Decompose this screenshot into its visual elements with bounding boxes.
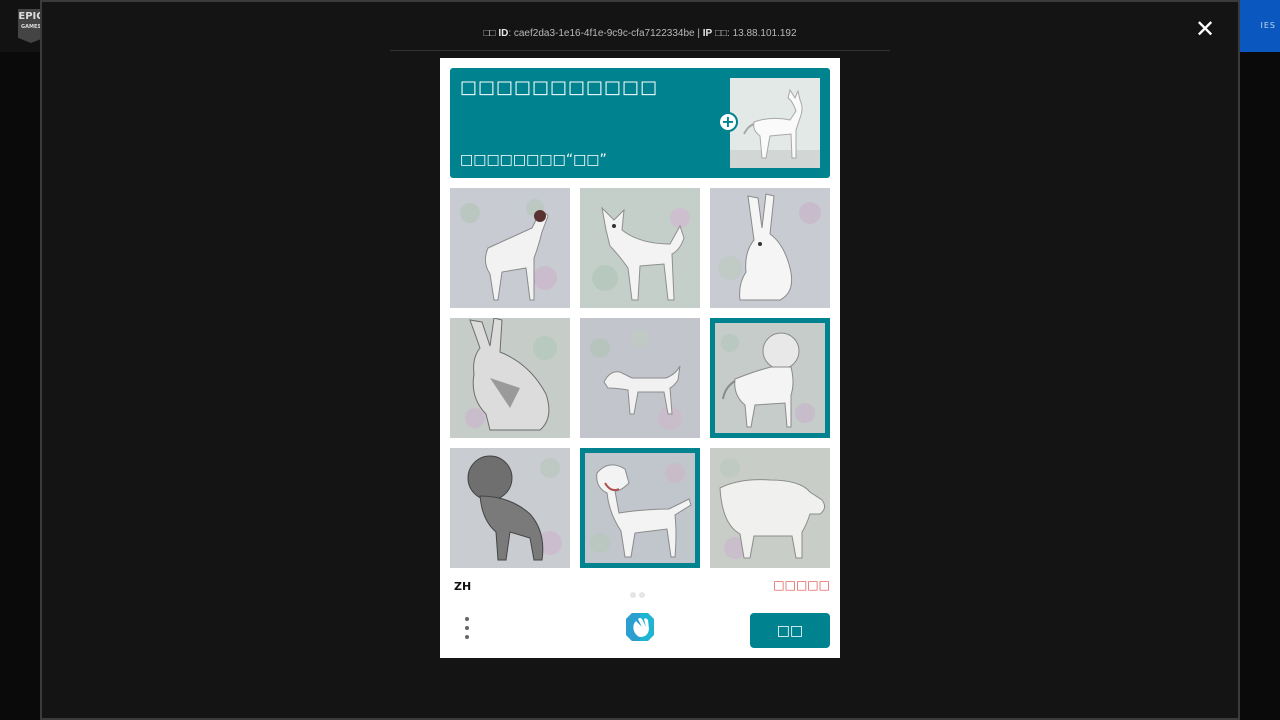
- captcha-panel: □□□□□□□□□□□ □□□□□□□□“□□” + ZH □□□□□ □□: [440, 58, 840, 658]
- tile-lion-2[interactable]: [450, 448, 570, 568]
- dog-image: [580, 188, 700, 308]
- rabbit-image: [710, 188, 830, 308]
- tile-rabbit-2[interactable]: [450, 318, 570, 438]
- page-indicator: [630, 583, 648, 602]
- page-dot: [639, 592, 645, 598]
- lion-image: [450, 448, 570, 568]
- request-id-label: ID: [498, 28, 509, 39]
- skip-link[interactable]: □□□□□: [773, 578, 830, 592]
- challenge-header: □□□□□□□□□□□ □□□□□□□□“□□” +: [450, 68, 830, 178]
- language-selector[interactable]: ZH: [454, 580, 471, 593]
- more-options-icon[interactable]: [464, 617, 470, 643]
- header-cta-button[interactable]: IES: [1238, 0, 1280, 52]
- lion-image: [715, 323, 825, 433]
- dog-image: [580, 318, 700, 438]
- challenge-subtitle: □□□□□□□□“□□”: [460, 152, 607, 168]
- request-id-prefix: □□: [483, 28, 499, 39]
- cow-image: [710, 448, 830, 568]
- tile-dog-3[interactable]: [580, 448, 700, 568]
- challenge-title: □□□□□□□□□□□: [460, 77, 659, 98]
- ip-value: □□: 13.88.101.192: [712, 28, 797, 39]
- request-info-bar: □□ ID: caef2da3-1e16-4f1e-9c9c-cfa712233…: [390, 28, 890, 51]
- ip-label: IP: [702, 28, 713, 39]
- tile-dog-1[interactable]: [580, 188, 700, 308]
- request-id-value: : caef2da3-1e16-4f1e-9c9c-cfa7122334be |: [508, 28, 703, 39]
- rabbit-image: [450, 318, 570, 438]
- goat-image: [450, 188, 570, 308]
- verify-button[interactable]: □□: [750, 613, 830, 648]
- tile-lion-1[interactable]: [710, 318, 830, 438]
- tile-rabbit-1[interactable]: [710, 188, 830, 308]
- tile-dog-2[interactable]: [580, 318, 700, 438]
- tile-cow[interactable]: [710, 448, 830, 568]
- example-dog-image: [730, 78, 820, 168]
- close-icon[interactable]: ✕: [1193, 17, 1217, 41]
- page-dot: [630, 592, 636, 598]
- dog-image: [585, 453, 695, 563]
- tile-goat[interactable]: [450, 188, 570, 308]
- example-image: [730, 78, 820, 168]
- panel-footer-row: ZH □□□□□: [450, 578, 830, 598]
- add-example-icon[interactable]: +: [718, 112, 738, 132]
- hcaptcha-logo-icon: [624, 611, 656, 643]
